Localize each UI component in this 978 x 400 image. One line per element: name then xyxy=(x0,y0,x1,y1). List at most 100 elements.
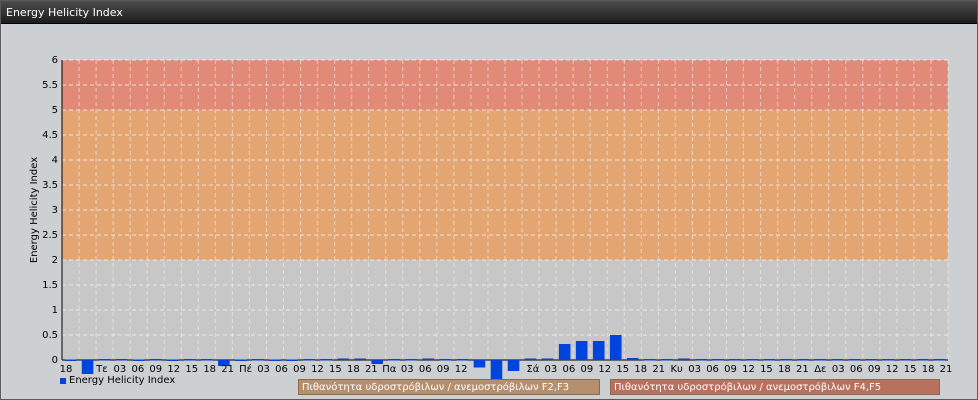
y-tick-label: 0 xyxy=(52,355,58,366)
bar xyxy=(626,358,639,360)
bar xyxy=(575,341,588,360)
x-tick-label: 18 xyxy=(203,364,216,375)
bar xyxy=(149,359,162,361)
band-legend-f4f5: Πιθανότητα υδροστρόβιλων / ανεμοστρόβιλω… xyxy=(610,379,940,395)
x-tick-label: 06 xyxy=(850,364,863,375)
x-tick-label: 21 xyxy=(652,364,665,375)
bar xyxy=(388,359,401,361)
x-tick-label: Πέ xyxy=(239,363,252,375)
y-tick-label: 5.5 xyxy=(42,80,58,91)
x-tick-label: Πα xyxy=(382,364,397,375)
bar xyxy=(456,359,469,361)
x-tick-label: 18 xyxy=(634,364,647,375)
x-tick-label: 12 xyxy=(886,364,899,375)
bar xyxy=(678,358,690,360)
bar xyxy=(592,341,605,360)
x-tick-label: 09 xyxy=(868,364,881,375)
bar xyxy=(320,359,332,361)
y-tick-label: 2 xyxy=(52,255,58,266)
y-tick-label: 5 xyxy=(52,105,58,116)
bar xyxy=(183,359,196,361)
series-swatch xyxy=(60,377,66,384)
bar xyxy=(201,359,213,361)
x-tick-label: 12 xyxy=(167,364,180,375)
series-legend-label: Energy Helicity Index xyxy=(69,375,176,386)
bar xyxy=(899,359,912,361)
bar xyxy=(507,360,520,371)
bar xyxy=(524,358,537,360)
bar xyxy=(848,359,861,361)
x-tick-label: Δε xyxy=(814,364,826,375)
x-tick-label: 15 xyxy=(329,364,342,375)
x-tick-label: 12 xyxy=(311,364,324,375)
x-tick-label: 06 xyxy=(275,364,288,375)
x-tick-label: 12 xyxy=(598,364,611,375)
x-tick-label: 09 xyxy=(293,364,306,375)
bar xyxy=(644,359,656,361)
y-axis-label: Energy Helicity Index xyxy=(29,157,40,263)
x-tick-label: 09 xyxy=(149,364,162,375)
bar xyxy=(422,358,435,360)
series-legend: Energy Helicity Index xyxy=(60,375,175,386)
bar xyxy=(746,359,758,361)
y-tick-label: 0.5 xyxy=(42,330,58,341)
bar xyxy=(354,358,366,360)
x-tick-label: 09 xyxy=(580,364,593,375)
x-tick-label: 06 xyxy=(419,364,432,375)
bar xyxy=(98,359,111,361)
bar xyxy=(166,359,179,361)
x-tick-label: 03 xyxy=(832,364,845,375)
x-tick-label: 06 xyxy=(131,364,144,375)
x-tick-label: 15 xyxy=(760,364,773,375)
x-tick-label: Σά xyxy=(526,363,539,375)
bar xyxy=(303,359,315,361)
x-tick-label: 15 xyxy=(904,364,917,375)
bar xyxy=(609,335,622,360)
y-tick-label: 1.5 xyxy=(42,280,58,291)
bar xyxy=(814,359,827,361)
bar xyxy=(490,360,503,379)
x-tick-label: 21 xyxy=(940,364,953,375)
band-legend-f2f3: Πιθανότητα υδροστρόβιλων / ανεμοστρόβιλω… xyxy=(298,379,600,395)
x-tick-label: 18 xyxy=(922,364,935,375)
x-tick-label: 03 xyxy=(401,364,414,375)
x-tick-label: 09 xyxy=(437,364,450,375)
bar xyxy=(797,359,809,361)
x-tick-label: 06 xyxy=(706,364,719,375)
bar xyxy=(661,359,673,361)
bar xyxy=(439,359,452,361)
x-tick-label: 18 xyxy=(347,364,360,375)
x-tick-label: 21 xyxy=(365,364,378,375)
bar xyxy=(780,359,792,361)
y-tick-label: 3 xyxy=(52,205,58,216)
bar xyxy=(933,359,946,361)
x-tick-label: 09 xyxy=(724,364,737,375)
bar xyxy=(473,360,486,368)
bar xyxy=(695,359,707,361)
bar xyxy=(337,358,349,360)
x-tick-label: 06 xyxy=(563,364,576,375)
y-tick-label: 1 xyxy=(52,305,58,316)
bar xyxy=(831,359,844,361)
bar xyxy=(286,359,298,361)
y-tick-label: 3.5 xyxy=(42,180,58,191)
x-tick-label: 03 xyxy=(114,364,127,375)
bar xyxy=(64,359,77,361)
ehi-chart: 0 0.5 1 1.5 2 2.5 3 3.5 4 4.5 5 5.5 6 18 Τε 03 06 09 12 15 1… xyxy=(29,55,953,379)
bar xyxy=(269,359,281,361)
bar xyxy=(916,359,929,361)
x-tick-label: 18 xyxy=(778,364,791,375)
bar xyxy=(115,359,128,361)
x-tick-label: Τε xyxy=(95,364,108,375)
x-tick-label: 15 xyxy=(185,364,198,375)
bar xyxy=(252,359,264,361)
bar xyxy=(865,359,878,361)
x-tick-label: 03 xyxy=(257,364,270,375)
bar xyxy=(405,359,418,361)
bar xyxy=(882,359,895,361)
x-tick-label: 03 xyxy=(688,364,701,375)
x-tick-label: 15 xyxy=(616,364,629,375)
bar xyxy=(541,358,554,360)
bar xyxy=(132,359,145,361)
bar xyxy=(763,359,775,361)
